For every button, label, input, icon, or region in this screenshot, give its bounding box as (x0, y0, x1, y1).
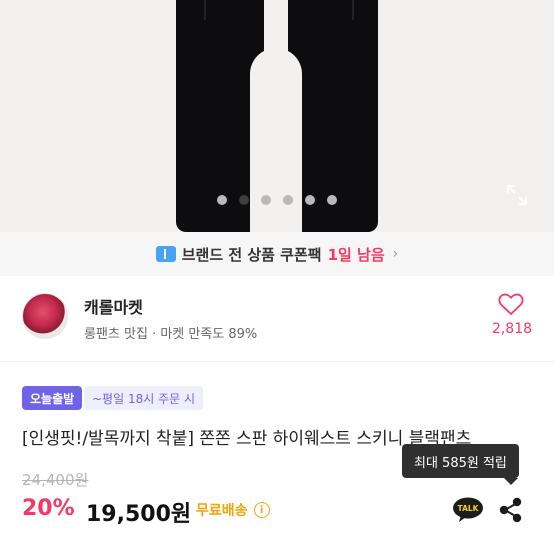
seller-subtitle: 롱팬츠 맛집 · 마켓 만족도 89% (84, 327, 258, 342)
gallery-dot-active[interactable] (239, 195, 249, 205)
points-tooltip: 최대 585원 적립 (402, 444, 519, 485)
gallery-dot[interactable] (305, 195, 315, 205)
gallery-dot[interactable] (327, 195, 337, 205)
seller-row[interactable] (0, 276, 554, 362)
kakaotalk-icon[interactable]: TALK (452, 497, 484, 523)
discount-rate: 20% (22, 496, 75, 521)
kakaotalk-label: TALK (458, 504, 480, 513)
sale-price: 19,500원 (86, 502, 192, 527)
seller-name[interactable]: 캐롤마켓 (84, 294, 143, 318)
heart-icon[interactable] (498, 292, 524, 316)
gallery-dot[interactable] (217, 195, 227, 205)
gallery-pagination (0, 195, 554, 207)
product-photo-stitch (204, 0, 206, 20)
info-icon[interactable]: i (253, 502, 270, 518)
expand-icon[interactable] (505, 183, 529, 207)
order-cutoff-badge: ~평일 18시 주문 시 (84, 386, 204, 410)
original-price: 24,400원 (22, 471, 89, 489)
share-icon[interactable] (498, 497, 524, 523)
free-shipping[interactable]: 무료배송 i (196, 500, 270, 520)
product-image[interactable] (0, 0, 554, 232)
coupon-icon (155, 246, 176, 262)
product-photo-stitch (352, 0, 354, 20)
coupon-banner[interactable]: 브랜드 전 상품 쿠폰팩 1일 남음 › (0, 232, 554, 276)
today-shipping-badge: 오늘출발 (22, 386, 83, 410)
seller-avatar[interactable] (22, 293, 68, 339)
like-count: 2,818 (491, 321, 533, 337)
gallery-dot[interactable] (261, 195, 271, 205)
free-shipping-label: 무료배송 (196, 503, 248, 519)
coupon-remaining: 1일 남음 (327, 245, 385, 264)
chevron-right-icon: › (392, 246, 399, 262)
coupon-text: 브랜드 전 상품 쿠폰팩 (181, 245, 322, 264)
gallery-dot[interactable] (283, 195, 293, 205)
